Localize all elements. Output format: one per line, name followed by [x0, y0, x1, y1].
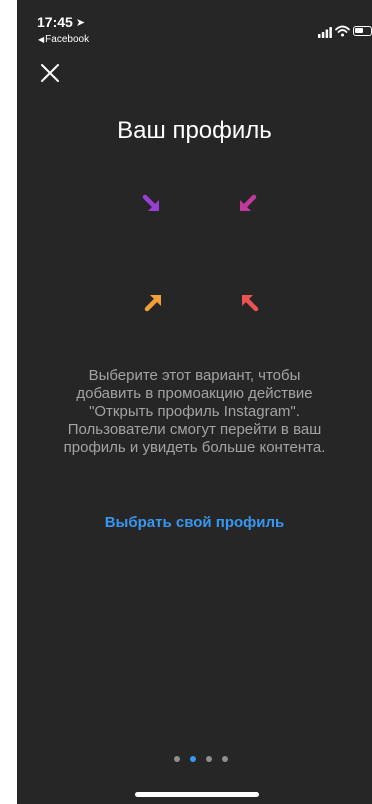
- arrow-down-right-icon: [142, 194, 159, 211]
- status-icons: [312, 24, 372, 38]
- arrow-up-left-icon: [242, 295, 259, 312]
- description-line: Выберите этот вариант, чтобы: [88, 367, 301, 384]
- description-line: "Открыть профиль Instagram".: [89, 403, 300, 420]
- back-app-label: Facebook: [45, 34, 90, 45]
- description-line: Пользователи смогут перейти в ваш: [67, 421, 322, 438]
- back-triangle-icon: ◀: [38, 35, 45, 44]
- close-icon: [41, 64, 59, 82]
- back-to-app-button[interactable]: ◀Facebook: [38, 34, 89, 46]
- page-dot-4[interactable]: [222, 756, 228, 762]
- choose-profile-button[interactable]: Выбрать свой профиль: [17, 514, 372, 532]
- status-time: 17:45 ➤: [37, 14, 85, 31]
- arrow-up-right-icon: [144, 295, 161, 312]
- status-time-label: 17:45: [37, 14, 73, 30]
- page-dot-2[interactable]: [190, 756, 196, 762]
- app-screen: 17:45 ➤ ◀Facebook Ваш профиль Выберите э…: [17, 0, 372, 804]
- page-indicator: [174, 756, 230, 764]
- description-text: Выберите этот вариант, чтобы добавить в …: [59, 367, 330, 457]
- location-arrow-icon: ➤: [75, 17, 86, 29]
- page-dot-1[interactable]: [174, 756, 180, 762]
- wifi-icon: [335, 25, 350, 37]
- status-bar: 17:45 ➤ ◀Facebook: [17, 0, 372, 45]
- battery-icon: [353, 26, 372, 36]
- arrow-down-left-icon: [240, 194, 257, 211]
- close-button[interactable]: [39, 62, 61, 84]
- description-line: добавить в промоакцию действие: [76, 385, 313, 402]
- page-dot-3[interactable]: [206, 756, 212, 762]
- battery-level: [355, 28, 363, 33]
- description-line: профиль и увидеть больше контента.: [63, 439, 326, 456]
- home-indicator[interactable]: [135, 792, 259, 797]
- page-title: Ваш профиль: [117, 117, 272, 144]
- signal-bars-icon: [318, 27, 332, 38]
